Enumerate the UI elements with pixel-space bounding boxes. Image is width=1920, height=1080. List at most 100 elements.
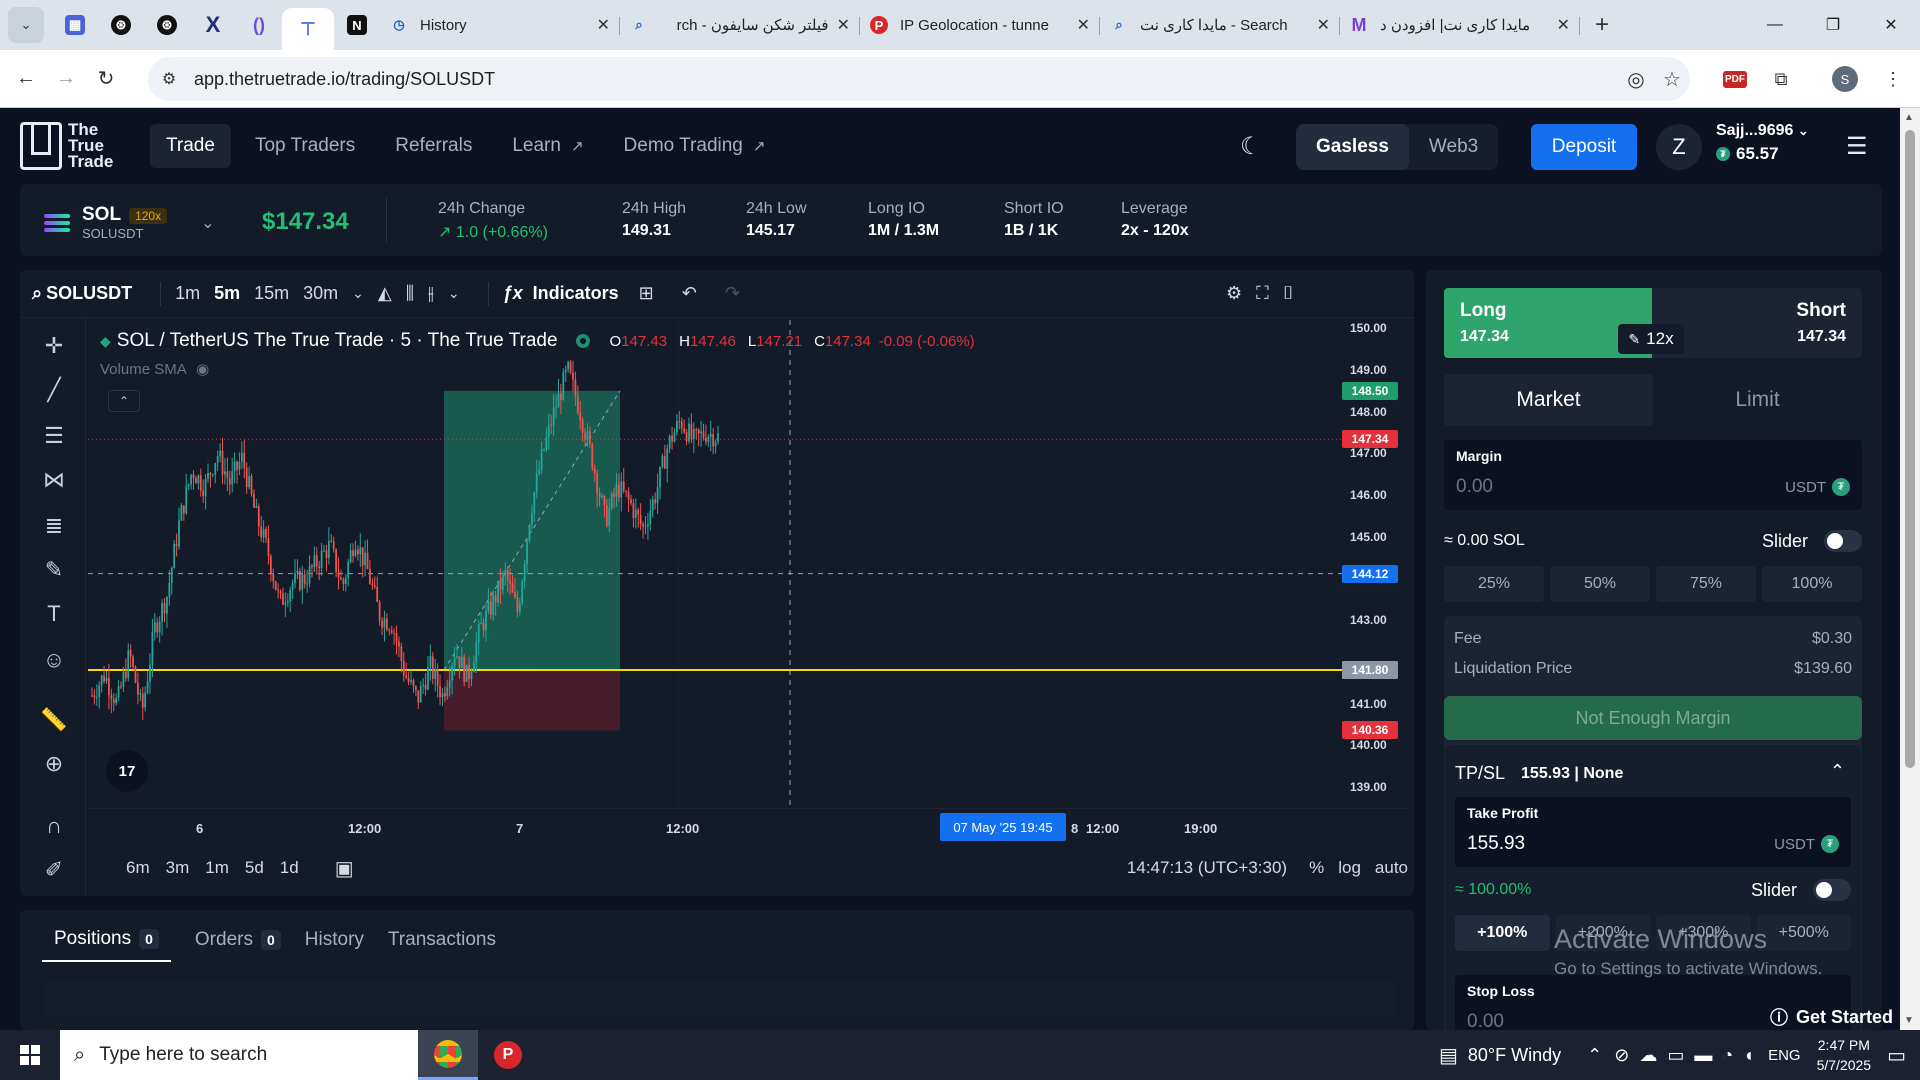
leverage-button[interactable]: ✎ 12x [1618,324,1684,354]
scrollbar-thumb[interactable] [1905,130,1915,768]
tab-search[interactable]: ⌕ مایدا کاری نت - Search ✕ [1100,5,1340,45]
eye-off-icon[interactable]: ◉ [196,361,209,378]
page-scrollbar[interactable]: ▲ ▼ [1900,108,1920,1030]
avatar[interactable]: Z [1656,124,1702,170]
pinned-tab[interactable]: () [236,5,282,45]
mode-web3[interactable]: Web3 [1409,124,1498,170]
settings-icon[interactable]: ⚙ [1226,283,1242,304]
tab-orders[interactable]: Orders 0 [195,928,281,962]
horizontal-lines-icon[interactable]: ☰ [38,420,70,452]
fullscreen-icon[interactable]: ⛶ [1256,283,1269,304]
scroll-down-icon[interactable]: ▼ [1904,1015,1914,1026]
close-icon[interactable]: ✕ [1077,15,1090,35]
text-icon[interactable]: T [38,598,70,630]
range-3m[interactable]: 3m [166,858,190,878]
browser-menu-icon[interactable]: ⋮ [1876,62,1910,96]
chevron-up-icon[interactable]: ⌃ [1587,1045,1602,1066]
tp-100-button[interactable]: +100% [1455,915,1550,951]
nav-learn[interactable]: Learn ↗ [496,124,599,168]
tab-search-button[interactable]: ⌄ [8,7,44,43]
weather-text[interactable]: 80°F Windy [1468,1045,1561,1066]
scale-auto[interactable]: auto [1375,858,1408,878]
network-off-icon[interactable]: ⊘ [1614,1045,1629,1066]
new-tab-button[interactable]: + [1584,7,1620,43]
tab-positions[interactable]: Positions 0 [42,928,171,962]
chevron-down-icon[interactable]: ⌄ [352,285,364,302]
take-profit-input[interactable]: Take Profit 155.93 USDT ₮ [1455,797,1851,867]
close-icon[interactable]: ✕ [597,15,610,35]
emoji-icon[interactable]: ☺ [38,644,70,676]
tab-search[interactable]: ⌕ فیلتر شکن سایفون - rch ✕ [620,5,860,45]
pinned-tab[interactable]: N [334,5,380,45]
ruler-icon[interactable]: 📏 [38,704,70,736]
symbol-selector[interactable]: SOL 120x SOLUSDT ⌄ [44,204,215,241]
mode-gasless[interactable]: Gasless [1296,124,1409,170]
close-icon[interactable]: ✕ [1557,15,1570,35]
redo-icon[interactable]: ↷ [725,283,740,304]
brush-icon[interactable]: ✎ [38,554,70,586]
pinned-tab[interactable]: ⊛ [144,5,190,45]
tab-history[interactable]: History [305,928,364,962]
nav-referrals[interactable]: Referrals [379,124,488,168]
pinned-tab[interactable]: ⊛ [98,5,144,45]
area-chart-icon[interactable]: ◭ [378,283,392,304]
profile-avatar[interactable]: S [1828,62,1862,96]
battery-icon[interactable]: ▬ [1694,1045,1712,1066]
onedrive-icon[interactable]: ☁ [1639,1045,1657,1066]
nav-top-traders[interactable]: Top Traders [239,124,371,168]
percent-50-button[interactable]: 50% [1550,566,1650,602]
short-button[interactable]: Short 147.34 [1662,288,1862,358]
lock-drawing-icon[interactable]: ✐ [38,854,70,886]
start-button[interactable] [0,1030,60,1080]
margin-input[interactable]: Margin 0.00 USDT ₮ [1444,440,1862,510]
submit-order-button[interactable]: Not Enough Margin [1444,696,1862,740]
tab-limit[interactable]: Limit [1653,374,1862,426]
collapse-legend-button[interactable]: ⌃ [108,390,140,412]
slider-toggle[interactable] [1824,530,1862,552]
price-chart[interactable] [88,320,1352,808]
restore-button[interactable]: ❐ [1804,0,1862,50]
thetruetrade-logo[interactable]: The True Trade [20,121,113,170]
back-button[interactable]: ← [6,59,46,99]
interval-5m[interactable]: 5m [214,283,240,304]
calendar-icon[interactable]: ▣ [335,856,354,881]
notifications-icon[interactable]: ▭ [1887,1043,1906,1068]
camera-icon[interactable]: ⌷ [1283,283,1294,304]
get-started-button[interactable]: ⓘ Get Started [1770,1004,1893,1030]
tab-history[interactable]: ◷ History ✕ [380,5,620,45]
nav-demo-trading[interactable]: Demo Trading ↗ [608,124,782,168]
bookmark-star-icon[interactable]: ☆ [1654,67,1690,92]
close-icon[interactable]: ✕ [1317,15,1330,35]
trendline-icon[interactable]: ╱ [38,374,70,406]
chrome-taskbar-button[interactable] [418,1030,478,1080]
percent-100-button[interactable]: 100% [1762,566,1862,602]
candles-icon[interactable]: ⫼ [406,283,414,304]
percent-75-button[interactable]: 75% [1656,566,1756,602]
device-icon[interactable]: ▭ [1667,1045,1684,1066]
range-1m[interactable]: 1m [205,858,229,878]
tab-mayda[interactable]: M مایدا کاری نت| افزودن د ✕ [1340,5,1580,45]
menu-icon[interactable]: ☰ [1846,132,1868,161]
interval-1m[interactable]: 1m [175,283,200,304]
zoom-in-icon[interactable]: ⊕ [38,748,70,780]
chevron-up-icon[interactable]: ⌃ [1830,761,1845,782]
symbol-search[interactable]: ⌕ SOLUSDT [32,283,132,304]
range-6m[interactable]: 6m [126,858,150,878]
tab-market[interactable]: Market [1444,374,1653,426]
percent-25-button[interactable]: 25% [1444,566,1544,602]
wifi-icon[interactable]: ◔ [1722,1045,1733,1066]
time-axis[interactable]: 6 12:00 7 12:00 12:00 19:00 07 May '25 1… [88,808,1408,844]
site-info-icon[interactable]: ⚙ [158,69,180,89]
psiphon-taskbar-button[interactable]: P [478,1030,538,1080]
account-menu[interactable]: Sajj...9696 ⌄ ₮ 65.57 [1716,122,1809,164]
tab-transactions[interactable]: Transactions [388,928,496,962]
tradingview-logo[interactable]: 17 [106,750,148,792]
address-bar[interactable]: ⚙ app.thetruetrade.io/trading/SOLUSDT ◎ … [148,57,1690,101]
language-indicator[interactable]: ENG [1768,1047,1801,1064]
tab-ip-geolocation[interactable]: P IP Geolocation - tunne ✕ [860,5,1100,45]
range-5d[interactable]: 5d [245,858,264,878]
reload-button[interactable]: ↻ [86,59,126,99]
layout-grid-icon[interactable]: ⊞ [639,283,654,304]
nav-trade[interactable]: Trade [150,124,231,168]
pinned-tab-active[interactable]: ⊤ [282,8,334,50]
